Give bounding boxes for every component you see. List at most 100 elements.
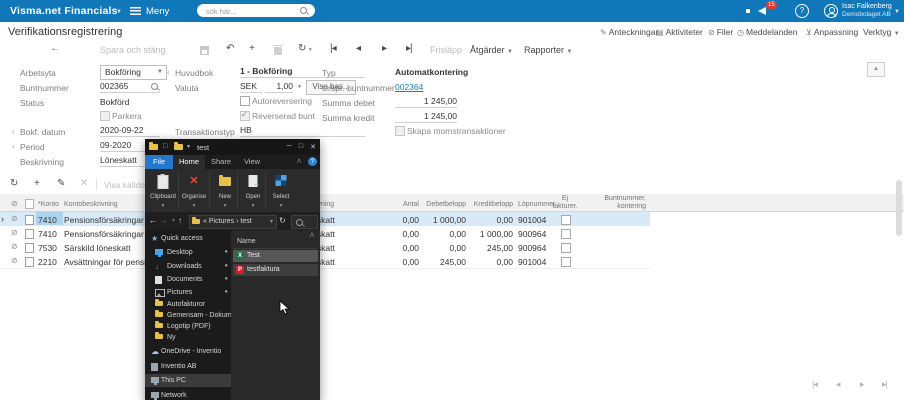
transaction-type-field[interactable]: HB — [240, 125, 365, 137]
orig-batch-link[interactable]: 002364 — [395, 82, 423, 92]
cell-kredit[interactable]: 0,00 — [466, 257, 513, 267]
cell-debet[interactable]: 0,00 — [419, 229, 466, 239]
sidebar-item-downloads[interactable]: ↓Downloads● — [145, 260, 231, 273]
sort-ascending-icon[interactable]: ᐱ — [310, 232, 314, 239]
recent-locations-chevron-icon[interactable]: ▼ — [171, 218, 176, 224]
tab-view[interactable]: View — [237, 155, 267, 169]
batch-number-field[interactable]: 002365 — [100, 81, 160, 93]
notes-link[interactable]: ✎Anteckningar — [600, 27, 658, 37]
grid-refresh-icon[interactable]: ↻ — [10, 178, 18, 189]
ledger-expander-icon[interactable]: ‹ — [167, 68, 170, 77]
sidebar-item-quick-access[interactable]: ★Quick access — [145, 232, 231, 245]
grid-add-row-icon[interactable]: + — [34, 178, 40, 189]
ribbon-clipboard-button[interactable]: Clipboard▼ — [149, 171, 177, 210]
ribbon-select-button[interactable]: Select▼ — [267, 171, 295, 210]
breadcrumb-pictures[interactable]: Pictures — [209, 218, 234, 225]
global-search-input[interactable]: sök här... — [197, 4, 315, 17]
cell-antal[interactable]: 0,00 — [390, 243, 419, 253]
brand-chevron-down-icon[interactable]: ▼ — [116, 9, 122, 15]
save-icon[interactable] — [200, 46, 209, 55]
col-kontobeskrivning[interactable]: Kontobeskrivning — [64, 201, 118, 209]
period-expander-icon[interactable]: ‹ — [12, 142, 15, 151]
explorer-title-bar[interactable]: □ ▼ test ─ □ ✕ — [145, 139, 320, 155]
col-kreditbelopp[interactable]: Kreditbelopp — [466, 201, 513, 209]
user-name[interactable]: Isac Falkenberg — [842, 3, 892, 11]
previous-record-icon[interactable]: ◂ — [356, 43, 361, 54]
cell-konto[interactable]: 7410 — [38, 229, 57, 239]
col-buntnummer-kontering[interactable]: Buntnummer,kontering — [584, 195, 646, 211]
cell-lopnummer[interactable]: 900964 — [518, 243, 546, 253]
col-ej-fakturer[interactable]: Ejfakturer. — [548, 195, 582, 211]
auto-reversing-checkbox[interactable] — [240, 96, 250, 106]
currency-rate-field[interactable]: 1,00 — [265, 81, 293, 93]
search-icon[interactable] — [300, 7, 307, 14]
explorer-search-box[interactable] — [291, 215, 318, 229]
minimize-icon[interactable]: ─ — [284, 143, 294, 150]
cell-ej-fakturer-checkbox[interactable] — [561, 257, 571, 267]
hold-checkbox[interactable] — [100, 111, 110, 121]
ribbon-organise-button[interactable]: ✕ Organise▼ — [180, 171, 208, 210]
user-avatar-icon[interactable] — [824, 4, 838, 18]
save-and-close-button[interactable]: Spara och stäng — [100, 45, 166, 55]
cell-debet[interactable]: 245,00 — [419, 257, 466, 267]
list-item[interactable]: X Test — [233, 250, 318, 262]
reverse-icon[interactable]: ↻ ▼ — [298, 43, 313, 54]
explorer-help-icon[interactable]: ? — [308, 157, 317, 166]
note-icon[interactable] — [25, 229, 34, 239]
add-icon[interactable]: + — [249, 43, 255, 54]
tools-menu[interactable]: Verktyg ▼ — [863, 27, 900, 37]
ledger-field[interactable]: 1 - Bokföring — [240, 66, 365, 78]
nav-up-icon[interactable]: ↑ — [178, 216, 182, 225]
cell-antal[interactable]: 0,00 — [390, 229, 419, 239]
cell-ej-fakturer-checkbox[interactable] — [561, 243, 571, 253]
attachment-icon[interactable]: ⊘ — [11, 242, 18, 251]
table-row[interactable]: ⊘ 2210 Avsättningar för pensioner Lönesk… — [0, 254, 650, 269]
actions-menu[interactable]: Åtgärder ▼ — [470, 45, 513, 55]
sidebar-item-onedrive[interactable]: ☁OneDrive - Inventio — [145, 345, 231, 358]
grid-edit-icon[interactable]: ✎ — [57, 178, 65, 189]
sidebar-item-this-pc[interactable]: This PC — [145, 374, 231, 387]
reports-menu[interactable]: Rapporter ▼ — [524, 45, 573, 55]
grid-last-page-icon[interactable]: ▸| — [882, 379, 887, 390]
nav-forward-icon[interactable]: → — [160, 216, 168, 225]
quick-access-toolbar-icon[interactable]: □ — [163, 143, 167, 150]
grid-vertical-scrollbar[interactable] — [896, 180, 902, 236]
currency-chevron-down-icon[interactable]: ▼ — [297, 84, 302, 90]
last-record-icon[interactable]: ▸| — [406, 43, 412, 54]
table-row[interactable]: ⊘ 7410 Pensionsförsäkringar Löneskatt 0,… — [0, 226, 650, 241]
address-chevron-down-icon[interactable]: ▼ — [269, 219, 274, 225]
note-icon[interactable] — [25, 257, 34, 267]
col-debetbelopp[interactable]: Debetbelopp — [419, 201, 466, 209]
delete-icon[interactable] — [274, 47, 282, 55]
breadcrumb-test[interactable]: test — [240, 218, 251, 225]
ribbon-open-button[interactable]: → Open▼ — [239, 171, 267, 210]
col-konto[interactable]: *Konto — [38, 201, 59, 209]
list-item[interactable]: P testfaktura — [233, 264, 318, 276]
cell-ej-fakturer-checkbox[interactable] — [561, 215, 571, 225]
cell-debet[interactable]: 0,00 — [419, 243, 466, 253]
date-expander-icon[interactable]: ‹ — [12, 127, 15, 136]
name-column-header[interactable]: Name — [237, 238, 256, 245]
reversed-batch-checkbox[interactable] — [240, 111, 250, 121]
customization-link[interactable]: ⊻Anpassning — [806, 27, 858, 37]
currency-code-field[interactable]: SEK — [240, 81, 262, 93]
cell-lopnummer[interactable]: 901004 — [518, 215, 546, 225]
tab-home[interactable]: Home — [173, 155, 205, 169]
cell-kredit[interactable]: 1 000,00 — [466, 229, 513, 239]
cell-konto[interactable]: 7410 — [38, 215, 57, 225]
post-date-field[interactable]: 2020-09-22 — [100, 125, 160, 137]
breadcrumb[interactable]: « Pictures › test — [203, 218, 252, 225]
files-link[interactable]: ⊘Filer — [708, 27, 733, 37]
scroll-up-button[interactable]: ▲ — [867, 62, 885, 77]
tab-share[interactable]: Share — [205, 155, 237, 169]
notifications-icon[interactable] — [758, 7, 766, 15]
cell-ej-fakturer-checkbox[interactable] — [561, 229, 571, 239]
cell-konto[interactable]: 2210 — [38, 257, 57, 267]
brand-logo[interactable]: Visma.net Financials — [10, 5, 118, 17]
messages-link[interactable]: ◷Meddelanden — [737, 27, 798, 37]
attachment-icon[interactable]: ⊘ — [11, 256, 18, 265]
note-icon[interactable] — [25, 243, 34, 253]
ribbon-new-button[interactable]: New▼ — [211, 171, 239, 210]
close-icon[interactable]: ✕ — [308, 143, 318, 151]
release-button[interactable]: Frisläpp — [430, 45, 462, 55]
